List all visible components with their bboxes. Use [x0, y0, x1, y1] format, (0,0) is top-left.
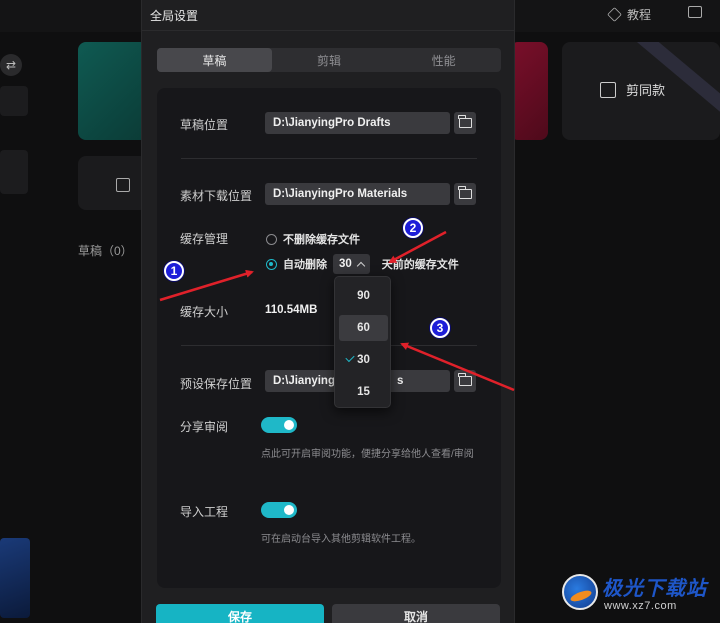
share-review-label: 分享审阅 [180, 420, 229, 434]
tutorial-link[interactable]: 教程 [607, 6, 652, 23]
folder-icon [458, 186, 472, 199]
folder-icon [458, 115, 472, 128]
dropdown-option-15[interactable]: 15 [339, 379, 388, 405]
cache-auto-delete-option[interactable]: 自动删除 30 天前的缓存文件 [266, 254, 459, 274]
watermark: 极光下载站 www.xz7.com [560, 570, 720, 620]
message-icon[interactable] [688, 6, 702, 18]
save-button[interactable]: 保存 [156, 604, 324, 623]
dialog-title: 全局设置 [150, 9, 199, 23]
radio-button-selected[interactable] [266, 258, 277, 270]
share-review-hint: 点此可开启审阅功能，便捷分享给他人查看/审阅 [261, 449, 474, 460]
cache-keep-label: 不删除缓存文件 [283, 234, 360, 246]
jiantong-label: 剪同款 [626, 83, 666, 98]
dropdown-option-60[interactable]: 60 [339, 315, 388, 341]
tab-editing[interactable]: 剪辑 [272, 48, 387, 72]
jiantong-button[interactable]: 剪同款 [600, 80, 665, 99]
material-location-label: 素材下载位置 [180, 189, 253, 203]
cache-auto-suffix: 天前的缓存文件 [381, 259, 459, 271]
radio-button[interactable] [266, 233, 277, 245]
preset-save-value-end: s [396, 375, 404, 387]
material-location-field[interactable]: D:\JianyingPro Materials [265, 183, 450, 205]
title-divider [142, 30, 514, 31]
cache-days-value: 30 [339, 258, 352, 270]
step-badge-1: 1 [164, 261, 184, 281]
divider [181, 158, 477, 159]
tab-performance[interactable]: 性能 [386, 48, 501, 72]
sidebar-item[interactable] [0, 150, 28, 194]
material-location-browse-button[interactable] [454, 183, 476, 205]
step-badge-2: 2 [403, 218, 423, 238]
text-icon [116, 178, 130, 192]
cancel-button[interactable]: 取消 [332, 604, 500, 623]
draft-location-browse-button[interactable] [454, 112, 476, 134]
step-badge-3: 3 [430, 318, 450, 338]
dropdown-option-30[interactable]: 30 [339, 347, 388, 373]
draft-thumbnail[interactable] [0, 538, 30, 618]
dropdown-option-90[interactable]: 90 [339, 283, 388, 309]
cache-size-value: 110.54MB [265, 304, 318, 316]
watermark-url: www.xz7.com [604, 600, 677, 612]
draft-location-field[interactable]: D:\JianyingPro Drafts [265, 112, 450, 134]
watermark-logo-icon [562, 574, 598, 610]
import-project-hint: 可在启动台导入其他剪辑软件工程。 [261, 534, 421, 545]
start-create-card[interactable] [78, 42, 148, 140]
divider [181, 345, 477, 346]
global-settings-dialog: 全局设置 草稿 剪辑 性能 草稿位置 D:\JianyingPro Drafts… [141, 0, 515, 623]
tutorial-label: 教程 [627, 8, 652, 22]
draft-location-label: 草稿位置 [180, 118, 229, 132]
settings-panel: 草稿位置 D:\JianyingPro Drafts 素材下载位置 D:\Jia… [157, 88, 501, 588]
settings-tabs: 草稿 剪辑 性能 [157, 48, 501, 72]
dropdown-option-30-label: 30 [357, 354, 370, 366]
sidebar-item[interactable] [0, 86, 28, 116]
watermark-name: 极光下载站 [602, 578, 707, 600]
check-icon [345, 352, 355, 363]
share-review-toggle[interactable] [261, 417, 297, 433]
cache-days-dropdown: 90 60 30 15 [334, 276, 391, 408]
chevron-up-icon [356, 261, 366, 270]
cache-management-label: 缓存管理 [180, 232, 229, 246]
cache-days-select[interactable]: 30 [333, 254, 370, 274]
preset-save-label: 预设保存位置 [180, 377, 253, 391]
text-to-video-card[interactable] [78, 156, 148, 210]
import-project-label: 导入工程 [180, 505, 229, 519]
swap-icon[interactable]: ⇄ [0, 54, 22, 76]
tab-drafts[interactable]: 草稿 [157, 48, 272, 72]
feature-card[interactable] [510, 42, 548, 140]
drafts-count: 草稿（0） [78, 244, 133, 258]
template-icon [600, 81, 616, 98]
import-project-toggle[interactable] [261, 502, 297, 518]
cache-size-label: 缓存大小 [180, 305, 229, 319]
tutorial-icon [607, 7, 622, 22]
folder-icon [458, 373, 472, 386]
preset-save-value: D:\Jianying [273, 375, 335, 387]
preset-save-browse-button[interactable] [454, 370, 476, 392]
cache-keep-option[interactable]: 不删除缓存文件 [266, 231, 360, 247]
cache-auto-prefix: 自动删除 [283, 259, 327, 271]
